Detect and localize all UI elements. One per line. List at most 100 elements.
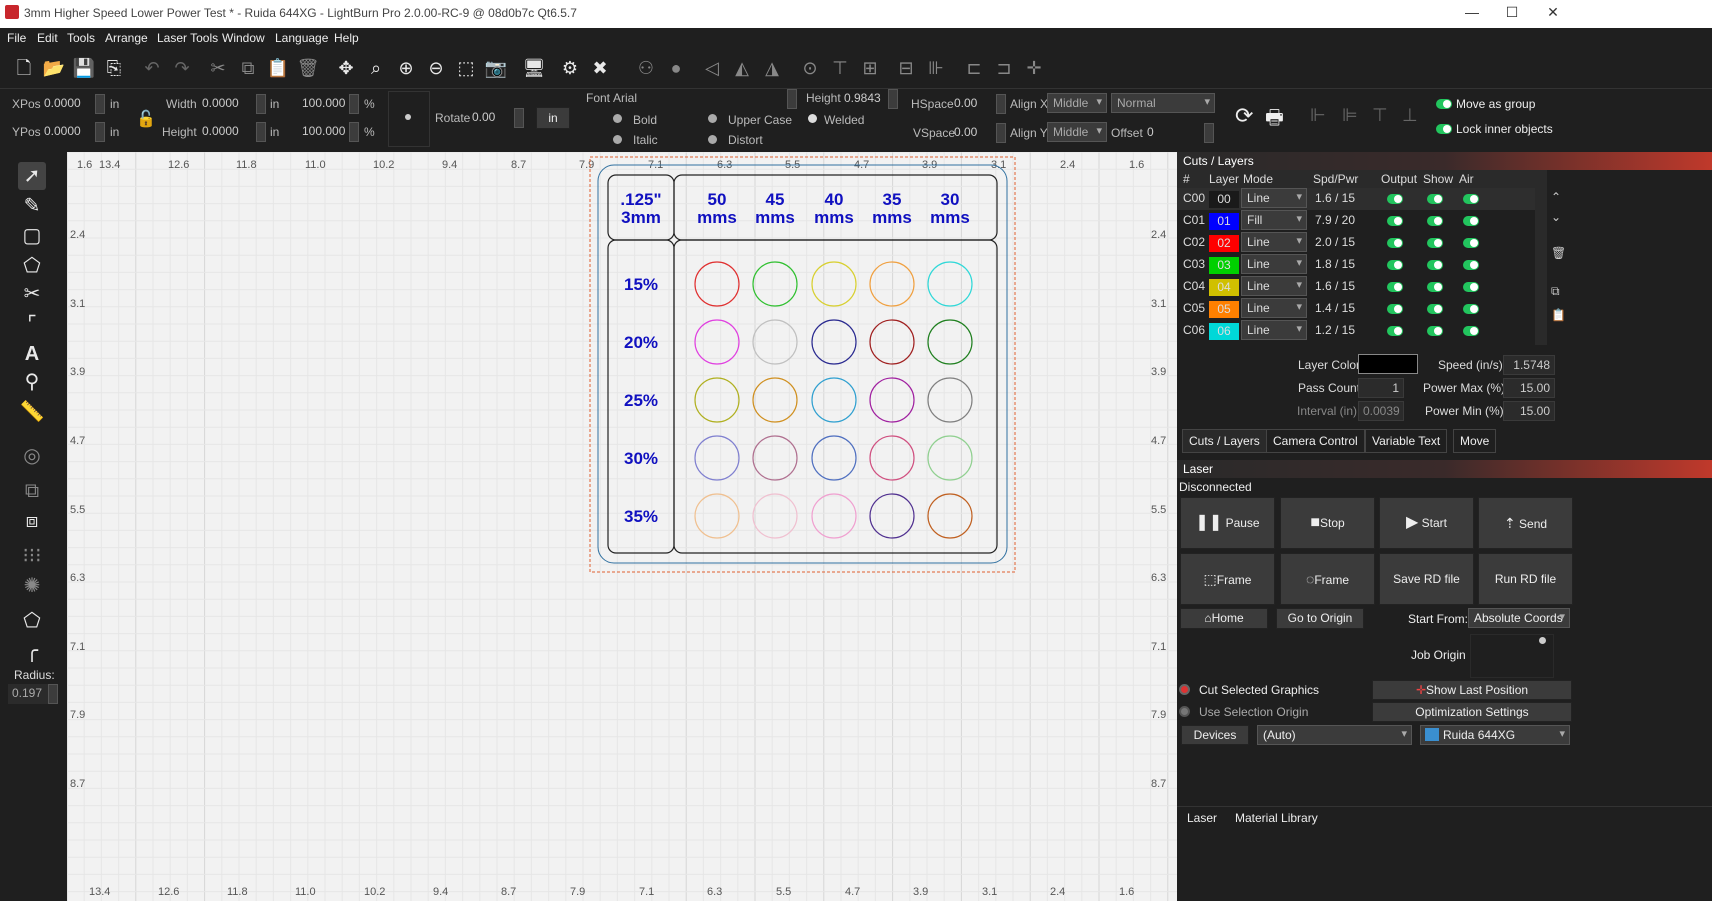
vspace-field[interactable]: 0.00 bbox=[950, 123, 994, 143]
width-spinner[interactable] bbox=[256, 94, 266, 114]
font-dropdown[interactable] bbox=[787, 89, 797, 109]
layer-air-toggle[interactable] bbox=[1463, 260, 1479, 270]
menu-language[interactable]: Language bbox=[275, 31, 328, 45]
scissors-icon[interactable]: ✂ bbox=[18, 280, 46, 308]
circular-array-icon[interactable]: ✺ bbox=[18, 572, 46, 600]
cuts-scrollbar[interactable] bbox=[1535, 170, 1547, 345]
zoom-fit-icon[interactable]: ⌕ bbox=[364, 56, 388, 80]
polygon-icon[interactable]: ⬠ bbox=[18, 252, 46, 280]
export-icon[interactable]: ⎘ bbox=[102, 56, 126, 80]
zoom-selection-icon[interactable]: ⬚ bbox=[454, 56, 478, 80]
power-min-field[interactable]: 15.00 bbox=[1503, 401, 1555, 421]
layer-output-toggle[interactable] bbox=[1387, 260, 1403, 270]
menu-arrange[interactable]: Arrange bbox=[105, 31, 148, 45]
camera-icon[interactable]: 📷 bbox=[484, 56, 508, 80]
distribute-h-icon[interactable]: ⊟ bbox=[894, 56, 918, 80]
offset-shape-icon[interactable]: ◎ bbox=[18, 442, 46, 470]
layer-output-toggle[interactable] bbox=[1387, 194, 1403, 204]
move-layer-up-icon[interactable]: ⌃ bbox=[1551, 190, 1561, 204]
corner-radius-icon[interactable]: ╭ bbox=[18, 637, 46, 665]
layer-color-chip[interactable]: 00 bbox=[1209, 191, 1239, 208]
xpos-field[interactable]: 0.0000 bbox=[40, 94, 94, 114]
anchor-center-dot[interactable] bbox=[405, 114, 411, 120]
hspace-field[interactable]: 0.00 bbox=[950, 94, 994, 114]
tab-cuts-layers[interactable]: Cuts / Layers bbox=[1182, 429, 1267, 453]
layer-row[interactable]: C0505Line 1.4 / 15 bbox=[1177, 298, 1535, 320]
layer-air-toggle[interactable] bbox=[1463, 304, 1479, 314]
italic-checkbox[interactable] bbox=[613, 135, 622, 144]
move-layer-down-icon[interactable]: ⌄ bbox=[1551, 210, 1561, 224]
start-from-select[interactable]: Absolute Coords bbox=[1468, 608, 1570, 628]
mirror-line-icon[interactable]: ◮ bbox=[760, 56, 784, 80]
cut-selected-checkbox[interactable] bbox=[1179, 684, 1190, 695]
bold-checkbox[interactable] bbox=[613, 114, 622, 123]
frame-button[interactable]: ⬚Frame bbox=[1180, 553, 1275, 605]
layer-show-toggle[interactable] bbox=[1427, 304, 1443, 314]
maximize-icon[interactable]: ☐ bbox=[1502, 4, 1522, 21]
interval-field[interactable]: 0.0039 bbox=[1358, 401, 1404, 421]
zoom-in-icon[interactable]: ⊕ bbox=[394, 56, 418, 80]
undo-icon[interactable]: ↶ bbox=[140, 56, 164, 80]
align-middle-icon[interactable]: ⊞ bbox=[858, 56, 882, 80]
run-rd-button[interactable]: Run RD file bbox=[1478, 553, 1573, 605]
tab-move[interactable]: Move bbox=[1453, 429, 1497, 453]
width-percent-spinner[interactable] bbox=[349, 94, 359, 114]
copy-icon[interactable]: ⧉ bbox=[236, 56, 260, 80]
layer-color-chip[interactable]: 06 bbox=[1209, 323, 1239, 340]
menu-help[interactable]: Help bbox=[334, 31, 359, 45]
ypos-spinner[interactable] bbox=[95, 122, 105, 142]
canvas-drawing[interactable]: 1.6 13.4 12.6 11.8 11.0 10.2 9.4 8.7 7.9 7.1 6.3 5.… bbox=[67, 152, 1177, 901]
new-file-icon[interactable]: 🗋 bbox=[12, 56, 36, 80]
align-right-edges-icon[interactable]: ⊫ bbox=[1342, 105, 1358, 126]
xpos-spinner[interactable] bbox=[95, 94, 105, 114]
group-icon[interactable]: ⚇ bbox=[634, 56, 658, 80]
crosshair-icon[interactable]: ✛ bbox=[1022, 56, 1046, 80]
distribute-v-icon[interactable]: ⊪ bbox=[924, 56, 948, 80]
layer-row[interactable]: C0303Line 1.8 / 15 bbox=[1177, 254, 1535, 276]
layer-mode-select[interactable]: Line bbox=[1241, 276, 1307, 296]
layer-show-toggle[interactable] bbox=[1427, 238, 1443, 248]
close-icon[interactable]: ✕ bbox=[1543, 4, 1563, 21]
open-folder-icon[interactable]: 📂 bbox=[42, 56, 66, 80]
sync-icon[interactable]: ⟳ bbox=[1235, 103, 1253, 129]
use-selection-origin-checkbox[interactable] bbox=[1179, 706, 1190, 717]
layer-show-toggle[interactable] bbox=[1427, 194, 1443, 204]
speed-field[interactable]: 1.5748 bbox=[1503, 355, 1555, 375]
vspace-spinner[interactable] bbox=[996, 123, 1006, 143]
layer-mode-select[interactable]: Line bbox=[1241, 254, 1307, 274]
layer-row[interactable]: C0606Line 1.2 / 15 bbox=[1177, 320, 1535, 342]
tab-material-library[interactable]: Material Library bbox=[1235, 811, 1318, 825]
lock-ratio-icon[interactable]: 🔓 bbox=[136, 109, 156, 129]
layer-color-chip[interactable]: 04 bbox=[1209, 279, 1239, 296]
home-button[interactable]: ⌂Home bbox=[1180, 608, 1268, 629]
flip-horizontal-icon[interactable]: ◁ bbox=[700, 56, 724, 80]
text-mode-select[interactable]: Normal bbox=[1111, 93, 1215, 113]
optimization-settings-button[interactable]: Optimization Settings bbox=[1372, 702, 1572, 722]
move-icon[interactable]: ✥ bbox=[334, 56, 358, 80]
layer-row[interactable]: C0000Line 1.6 / 15 bbox=[1177, 188, 1535, 210]
settings-gear-icon[interactable]: ⚙ bbox=[558, 56, 582, 80]
align-x-select[interactable]: Middle bbox=[1047, 93, 1107, 113]
printer-icon[interactable]: 🖶 bbox=[1265, 103, 1284, 137]
rotate-spinner[interactable] bbox=[514, 108, 524, 128]
pause-button[interactable]: ❚❚ Pause bbox=[1180, 497, 1275, 549]
grid-array-icon[interactable]: ⁝⁝⁝ bbox=[18, 542, 46, 570]
distort-checkbox[interactable] bbox=[708, 135, 717, 144]
circle-frame-button[interactable]: ◌Frame bbox=[1280, 553, 1375, 605]
layer-mode-select[interactable]: Line bbox=[1241, 188, 1307, 208]
align-center-icon[interactable]: ⊙ bbox=[798, 56, 822, 80]
zoom-out-icon[interactable]: ⊖ bbox=[424, 56, 448, 80]
position-marker-icon[interactable]: ⚲ bbox=[18, 368, 46, 396]
layer-mode-select[interactable]: Line bbox=[1241, 298, 1307, 318]
layer-air-toggle[interactable] bbox=[1463, 282, 1479, 292]
layer-air-toggle[interactable] bbox=[1463, 238, 1479, 248]
show-last-position-button[interactable]: ✛Show Last Position bbox=[1372, 680, 1572, 700]
align-left-edges-icon[interactable]: ⊩ bbox=[1310, 105, 1326, 126]
units-toggle-button[interactable]: in bbox=[536, 107, 570, 129]
tab-laser[interactable]: Laser bbox=[1187, 811, 1217, 825]
device-select[interactable]: Ruida 644XG bbox=[1420, 725, 1570, 745]
lock-inner-toggle[interactable] bbox=[1436, 124, 1452, 134]
layer-color-chip[interactable]: 01 bbox=[1209, 213, 1239, 230]
layer-show-toggle[interactable] bbox=[1427, 282, 1443, 292]
minimize-icon[interactable]: — bbox=[1462, 4, 1482, 20]
